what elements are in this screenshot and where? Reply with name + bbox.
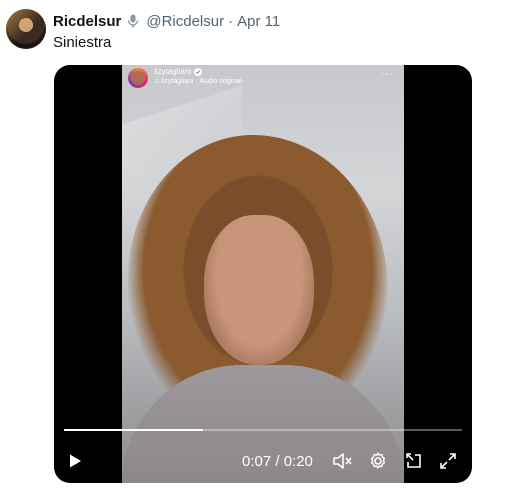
tweet-text: Siniestra: [53, 34, 112, 51]
microphone-icon: [125, 13, 141, 29]
audio-label: lizytagliani · Audio original: [161, 78, 242, 85]
pop-out-icon[interactable]: [402, 449, 426, 473]
instagram-audio: ♫ lizytagliani · Audio original: [154, 78, 242, 85]
person-face: [204, 215, 314, 365]
display-name[interactable]: Ricdelsur: [53, 13, 121, 30]
separator-dot: ·: [228, 12, 234, 30]
user-avatar[interactable]: [6, 9, 46, 49]
progress-fill: [64, 429, 204, 431]
user-handle[interactable]: @Ricdelsur: [146, 13, 224, 30]
video-player[interactable]: lizytagliani ♫ lizytagliani · Audio orig…: [54, 65, 472, 483]
settings-gear-icon[interactable]: [366, 449, 390, 473]
instagram-username: lizytagliani: [154, 67, 191, 76]
video-frame[interactable]: lizytagliani ♫ lizytagliani · Audio orig…: [122, 65, 404, 483]
progress-bar[interactable]: [64, 429, 462, 431]
volume-muted-icon[interactable]: [330, 449, 354, 473]
instagram-user: lizytagliani: [154, 67, 202, 76]
verified-icon: [193, 67, 202, 76]
more-options-icon: ···: [380, 68, 394, 80]
player-controls: 0:07 / 0:20: [54, 445, 472, 479]
tweet-header: Ricdelsur @Ricdelsur · Apr 11: [53, 11, 280, 31]
time-display: 0:07 / 0:20: [242, 453, 313, 470]
fullscreen-icon[interactable]: [436, 449, 460, 473]
instagram-avatar: [128, 68, 148, 88]
play-icon[interactable]: [63, 449, 87, 473]
instagram-overlay: lizytagliani ♫ lizytagliani · Audio orig…: [122, 65, 404, 91]
tweet-date[interactable]: Apr 11: [237, 13, 280, 30]
